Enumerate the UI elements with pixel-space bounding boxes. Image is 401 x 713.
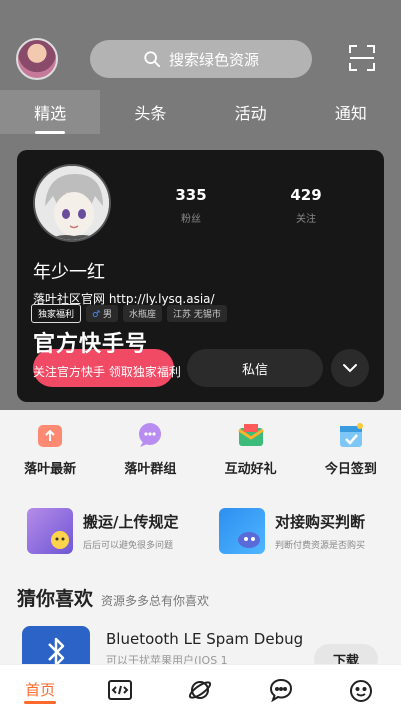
tab-label: 活动 xyxy=(234,104,267,123)
gift-mail-icon xyxy=(237,424,264,446)
banner-title: 官方快手号 xyxy=(33,332,149,357)
banner-subtitle: 关注官方快手 领取独家福利 xyxy=(33,365,181,379)
tag-zodiac: 水瓶座 xyxy=(122,305,162,322)
feature-desc: 判断付费资源是否购买 xyxy=(275,541,366,551)
profile-card: 335 粉丝 429 关注 年少一红 落叶社区官网 http://ly.lysq… xyxy=(17,150,384,402)
entry-label: 今日签到 xyxy=(324,462,377,477)
bottom-nav: 首页 xyxy=(0,664,401,713)
search-placeholder: 搜索绿色资源 xyxy=(168,50,259,69)
message-icon xyxy=(269,678,292,702)
feature-thumbnail xyxy=(27,508,73,554)
entry-label: 互动好礼 xyxy=(224,462,277,477)
user-avatar[interactable] xyxy=(16,38,58,80)
entry-gifts[interactable]: 互动好礼 xyxy=(201,420,301,477)
tab-headlines[interactable]: 头条 xyxy=(100,90,200,134)
nav-profile[interactable] xyxy=(321,665,401,713)
quick-entries: 落叶最新 落叶群组 互动好礼 今日签到 xyxy=(0,420,401,477)
following-label: 关注 xyxy=(296,214,316,225)
tag-gender-label: 男 xyxy=(102,310,112,320)
entry-checkin[interactable]: 今日签到 xyxy=(301,420,401,477)
tag-gender: ♂ 男 xyxy=(86,305,118,322)
upload-icon xyxy=(38,425,63,447)
tab-label: 通知 xyxy=(334,104,367,123)
feature-title: 对接购买判断 xyxy=(275,513,366,531)
feature-purchase-check[interactable]: 对接购买判断 判断付费资源是否购买 xyxy=(219,506,399,556)
nav-messages[interactable] xyxy=(241,665,321,713)
chevron-down-icon xyxy=(343,364,357,373)
code-icon xyxy=(108,679,133,700)
entry-label: 落叶群组 xyxy=(124,462,177,477)
entry-latest[interactable]: 落叶最新 xyxy=(0,420,100,477)
planet-icon xyxy=(189,680,212,699)
profile-avatar[interactable] xyxy=(33,164,111,242)
nav-home[interactable]: 首页 xyxy=(0,665,80,713)
feature-upload-rules[interactable]: 搬运/上传规定 后后可以避免很多问题 xyxy=(27,506,207,556)
nav-home-label: 首页 xyxy=(25,681,56,699)
recommend-section-header: 猜你喜欢 资源多多总有你喜欢 xyxy=(17,584,209,611)
more-button[interactable] xyxy=(331,349,369,387)
nav-discover[interactable] xyxy=(160,665,240,713)
top-tabs: 精选 头条 活动 通知 xyxy=(0,90,401,134)
tab-activities[interactable]: 活动 xyxy=(201,90,301,134)
smile-icon xyxy=(349,679,372,702)
message-button[interactable]: 私信 xyxy=(187,349,323,387)
entry-groups[interactable]: 落叶群组 xyxy=(100,420,200,477)
search-bar[interactable]: 搜索绿色资源 xyxy=(90,40,312,78)
tag-location: 江苏 无锡市 xyxy=(166,305,227,322)
feature-desc: 后后可以避免很多问题 xyxy=(83,541,174,551)
tab-featured[interactable]: 精选 xyxy=(0,90,101,134)
entry-label: 落叶最新 xyxy=(24,462,77,477)
following-stat[interactable]: 429 关注 xyxy=(276,186,336,225)
tab-label: 头条 xyxy=(134,104,167,123)
followers-stat[interactable]: 335 粉丝 xyxy=(161,186,221,225)
search-icon xyxy=(144,51,161,68)
nav-code[interactable] xyxy=(80,665,160,713)
male-icon: ♂ xyxy=(92,310,103,320)
followers-label: 粉丝 xyxy=(181,214,201,225)
tag-exclusive: 独家福利 xyxy=(31,304,82,323)
following-count: 429 xyxy=(290,186,322,204)
section-subtitle: 资源多多总有你喜欢 xyxy=(101,594,210,608)
scan-icon[interactable] xyxy=(348,44,376,72)
calendar-check-icon xyxy=(339,423,363,447)
section-title: 猜你喜欢 xyxy=(17,588,94,610)
tab-notifications[interactable]: 通知 xyxy=(301,90,401,134)
app-name: Bluetooth LE Spam Debug xyxy=(106,630,304,648)
feature-title: 搬运/上传规定 xyxy=(83,513,179,531)
profile-tags: 独家福利 ♂ 男 水瓶座 江苏 无锡市 xyxy=(31,304,227,323)
tab-label: 精选 xyxy=(34,104,67,123)
feature-thumbnail xyxy=(219,508,265,554)
followers-count: 335 xyxy=(175,186,207,204)
profile-name: 年少一红 xyxy=(33,262,105,283)
chat-group-icon xyxy=(139,423,162,447)
